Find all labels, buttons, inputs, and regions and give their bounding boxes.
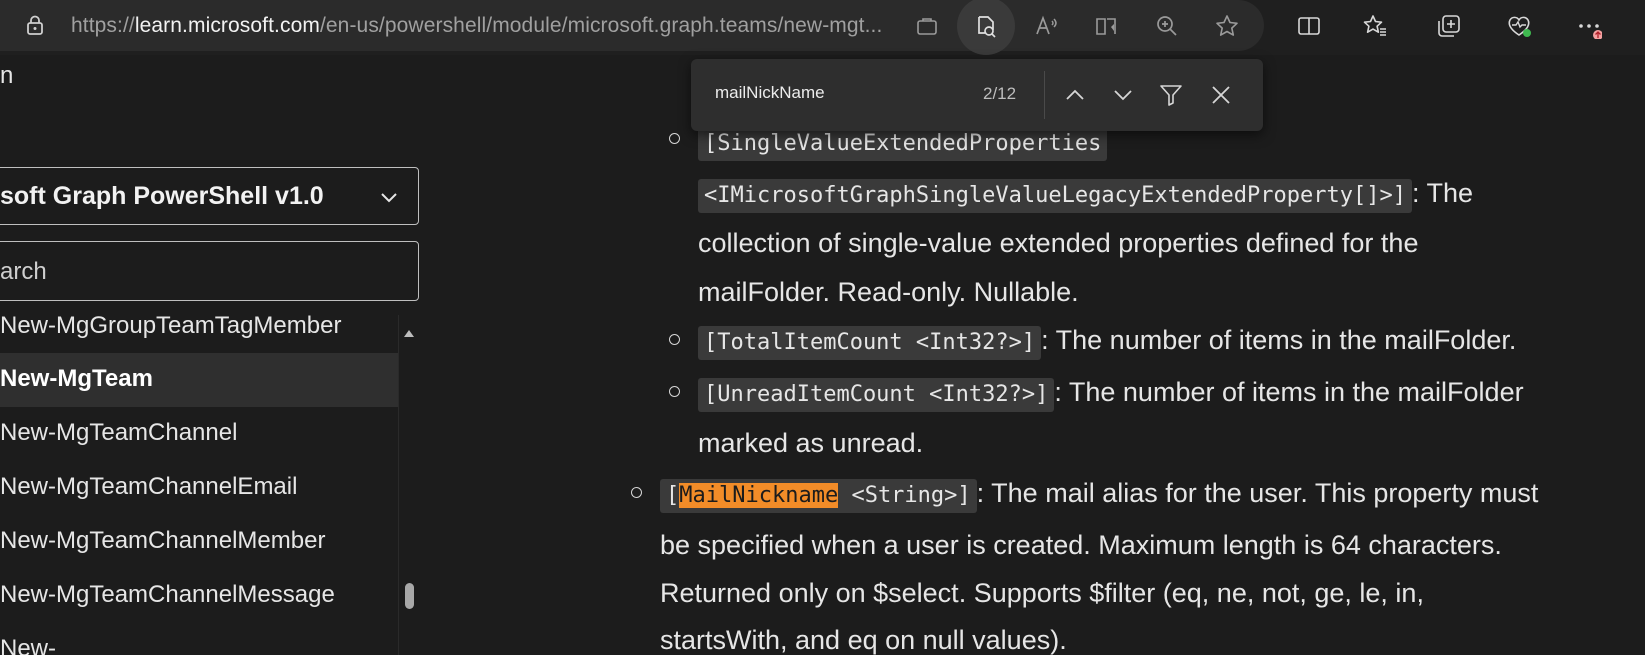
version-label: soft Graph PowerShell v1.0 [0, 182, 324, 210]
toc-item[interactable]: New-MgTeamChannelMember [0, 515, 398, 569]
chevron-down-icon[interactable] [1107, 79, 1139, 111]
browser-toolbar: https://learn.microsoft.com/en-us/powers… [0, 0, 1645, 55]
url-text[interactable]: https://learn.microsoft.com/en-us/powers… [71, 14, 882, 38]
code-rest: <String>] [838, 483, 971, 508]
filter-search-input[interactable] [0, 241, 419, 301]
filter-icon[interactable] [1155, 79, 1187, 111]
param-line: [TotalItemCount <Int32?>]: The number of… [698, 325, 1517, 360]
toc-item[interactable]: New-MgTeamChannelEmail [0, 461, 398, 515]
toc-item[interactable]: New-MgGroupTeamTagMember [0, 315, 398, 354]
code-inline: [MailNickname <String>] [660, 479, 977, 513]
param-text: : The [1412, 178, 1474, 208]
bullet-icon [669, 386, 680, 397]
param-text-line: Returned only on $select. Supports $filt… [660, 578, 1424, 608]
url-prefix: https:// [71, 14, 135, 37]
reader-view-icon[interactable] [957, 0, 1015, 55]
param-text: : The mail alias for the user. This prop… [976, 478, 1539, 508]
code-inline: [UnreadItemCount <Int32?>] [698, 378, 1055, 412]
immersive-reader-icon[interactable] [1090, 9, 1124, 43]
split-screen-icon[interactable] [1292, 9, 1326, 43]
find-divider [1044, 71, 1045, 119]
bullet-icon [631, 487, 642, 498]
bullet-icon [669, 334, 680, 345]
read-aloud-icon[interactable] [1030, 9, 1064, 43]
param-line: [MailNickname <String>]: The mail alias … [660, 478, 1539, 513]
toc-item[interactable]: New-MgTeamChannelMessage [0, 569, 398, 623]
toc-item-selected[interactable]: New-MgTeam [0, 353, 398, 407]
param-text: : The number of items in the mailFolder [1054, 377, 1524, 407]
param-text: : The number of items in the mailFolder. [1041, 325, 1517, 355]
nav-heading: n [0, 62, 14, 89]
url-host: learn.microsoft.com [134, 14, 320, 37]
chevron-down-icon[interactable] [378, 186, 400, 208]
param-line: [SingleValueExtendedProperties [698, 127, 1108, 161]
param-text-line: be specified when a user is created. Max… [660, 530, 1502, 560]
chevron-up-icon[interactable] [1059, 79, 1091, 111]
lock-icon[interactable] [24, 14, 46, 36]
param-line: <IMicrosoftGraphSingleValueLegacyExtende… [698, 178, 1474, 213]
browser-essentials-icon[interactable] [1502, 9, 1536, 43]
favorite-star-icon[interactable] [1210, 9, 1244, 43]
tab-icon[interactable] [910, 9, 944, 43]
address-bar[interactable]: https://learn.microsoft.com/en-us/powers… [0, 0, 1264, 55]
url-path: /en-us/powershell/module/microsoft.graph… [319, 14, 883, 37]
scroll-up-arrow-icon[interactable] [403, 325, 415, 337]
favorites-icon[interactable] [1358, 9, 1392, 43]
param-line: [UnreadItemCount <Int32?>]: The number o… [698, 377, 1524, 412]
zoom-icon[interactable] [1150, 9, 1184, 43]
find-on-page-bar: 2/12 [691, 59, 1263, 131]
toc-item[interactable]: New-MgTeamChannel [0, 407, 398, 461]
param-text-line: startsWith, and eq on null values). [660, 625, 1067, 655]
find-input[interactable] [715, 83, 965, 103]
collections-icon[interactable] [1432, 9, 1466, 43]
more-icon[interactable] [1572, 9, 1606, 43]
code-bracket: [ [666, 483, 680, 508]
param-text-line: mailFolder. Read-only. Nullable. [698, 277, 1079, 307]
table-of-contents: New-MgGroupTeamTagMember New-MgTeam New-… [0, 315, 398, 655]
code-inline: <IMicrosoftGraphSingleValueLegacyExtende… [698, 179, 1412, 213]
search-placeholder: arch [0, 258, 47, 285]
toc-item[interactable]: New- [0, 623, 398, 655]
param-text-line: collection of single-value extended prop… [698, 228, 1419, 258]
find-match-highlight: MailNickname [679, 483, 839, 508]
param-text-line: marked as unread. [698, 428, 924, 458]
bullet-icon [669, 133, 680, 144]
scrollbar-thumb[interactable] [405, 583, 414, 609]
find-match-count: 2/12 [983, 84, 1017, 103]
close-icon[interactable] [1205, 79, 1237, 111]
code-inline: [SingleValueExtendedProperties [698, 127, 1108, 161]
code-inline: [TotalItemCount <Int32?>] [698, 326, 1042, 360]
